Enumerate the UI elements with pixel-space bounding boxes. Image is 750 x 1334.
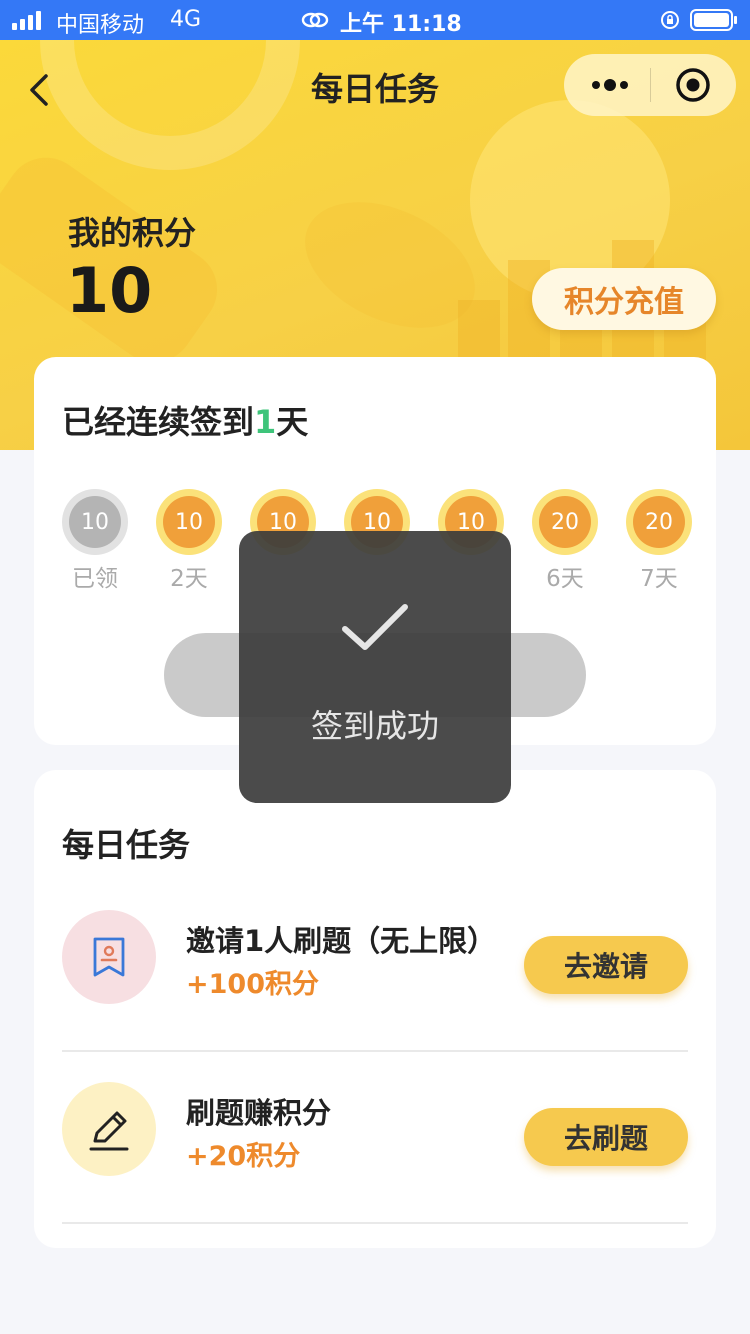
invite-button[interactable]: 去邀请 xyxy=(524,936,688,994)
signal-icon xyxy=(12,10,41,30)
mini-program-capsule xyxy=(564,54,736,116)
day-item: 10 2天 xyxy=(154,489,224,593)
coin-icon: 10 xyxy=(156,489,222,555)
network-type: 4G xyxy=(170,7,202,32)
day-item: 20 7天 xyxy=(624,489,694,593)
coin-icon: 20 xyxy=(626,489,692,555)
status-bar: 中国移动 4G 上午 11:18 xyxy=(0,0,750,40)
link-icon xyxy=(301,12,329,28)
task-name: 邀请1人刷题（无上限） xyxy=(186,924,497,958)
signin-streak-title: 已经连续签到1天 xyxy=(62,403,309,441)
invite-card-icon xyxy=(62,910,156,1004)
points-label: 我的积分 xyxy=(68,214,197,252)
task-reward: +20积分 xyxy=(186,1141,301,1172)
streak-count: 1 xyxy=(254,403,277,441)
rotation-lock-icon xyxy=(661,11,679,29)
recharge-points-button[interactable]: 积分充值 xyxy=(532,268,716,330)
coin-icon: 10 xyxy=(62,489,128,555)
carrier-name: 中国移动 xyxy=(56,13,145,38)
tasks-title: 每日任务 xyxy=(62,826,191,864)
task-reward: +100积分 xyxy=(186,969,319,1000)
pencil-icon xyxy=(62,1082,156,1176)
success-toast: 签到成功 xyxy=(239,531,511,803)
close-target-icon[interactable] xyxy=(674,66,712,104)
battery-icon xyxy=(690,9,737,31)
day-item: 20 6天 xyxy=(530,489,600,593)
day-item: 10 已领 xyxy=(60,489,130,593)
more-icon[interactable] xyxy=(590,73,630,97)
tasks-card: 每日任务 邀请1人刷题（无上限） +100积分 去邀请 刷题赚积分 +20积分 … xyxy=(34,770,716,1248)
task-row: 刷题赚积分 +20积分 去刷题 xyxy=(62,1052,688,1224)
back-arrow-icon[interactable] xyxy=(24,68,56,112)
clock: 上午 11:18 xyxy=(340,12,462,37)
checkmark-icon xyxy=(342,604,408,650)
task-row: 邀请1人刷题（无上限） +100积分 去邀请 xyxy=(62,880,688,1052)
task-name: 刷题赚积分 xyxy=(186,1096,332,1130)
points-value: 10 xyxy=(66,254,153,327)
toast-message: 签到成功 xyxy=(310,707,439,745)
coin-icon: 20 xyxy=(532,489,598,555)
practice-button[interactable]: 去刷题 xyxy=(524,1108,688,1166)
